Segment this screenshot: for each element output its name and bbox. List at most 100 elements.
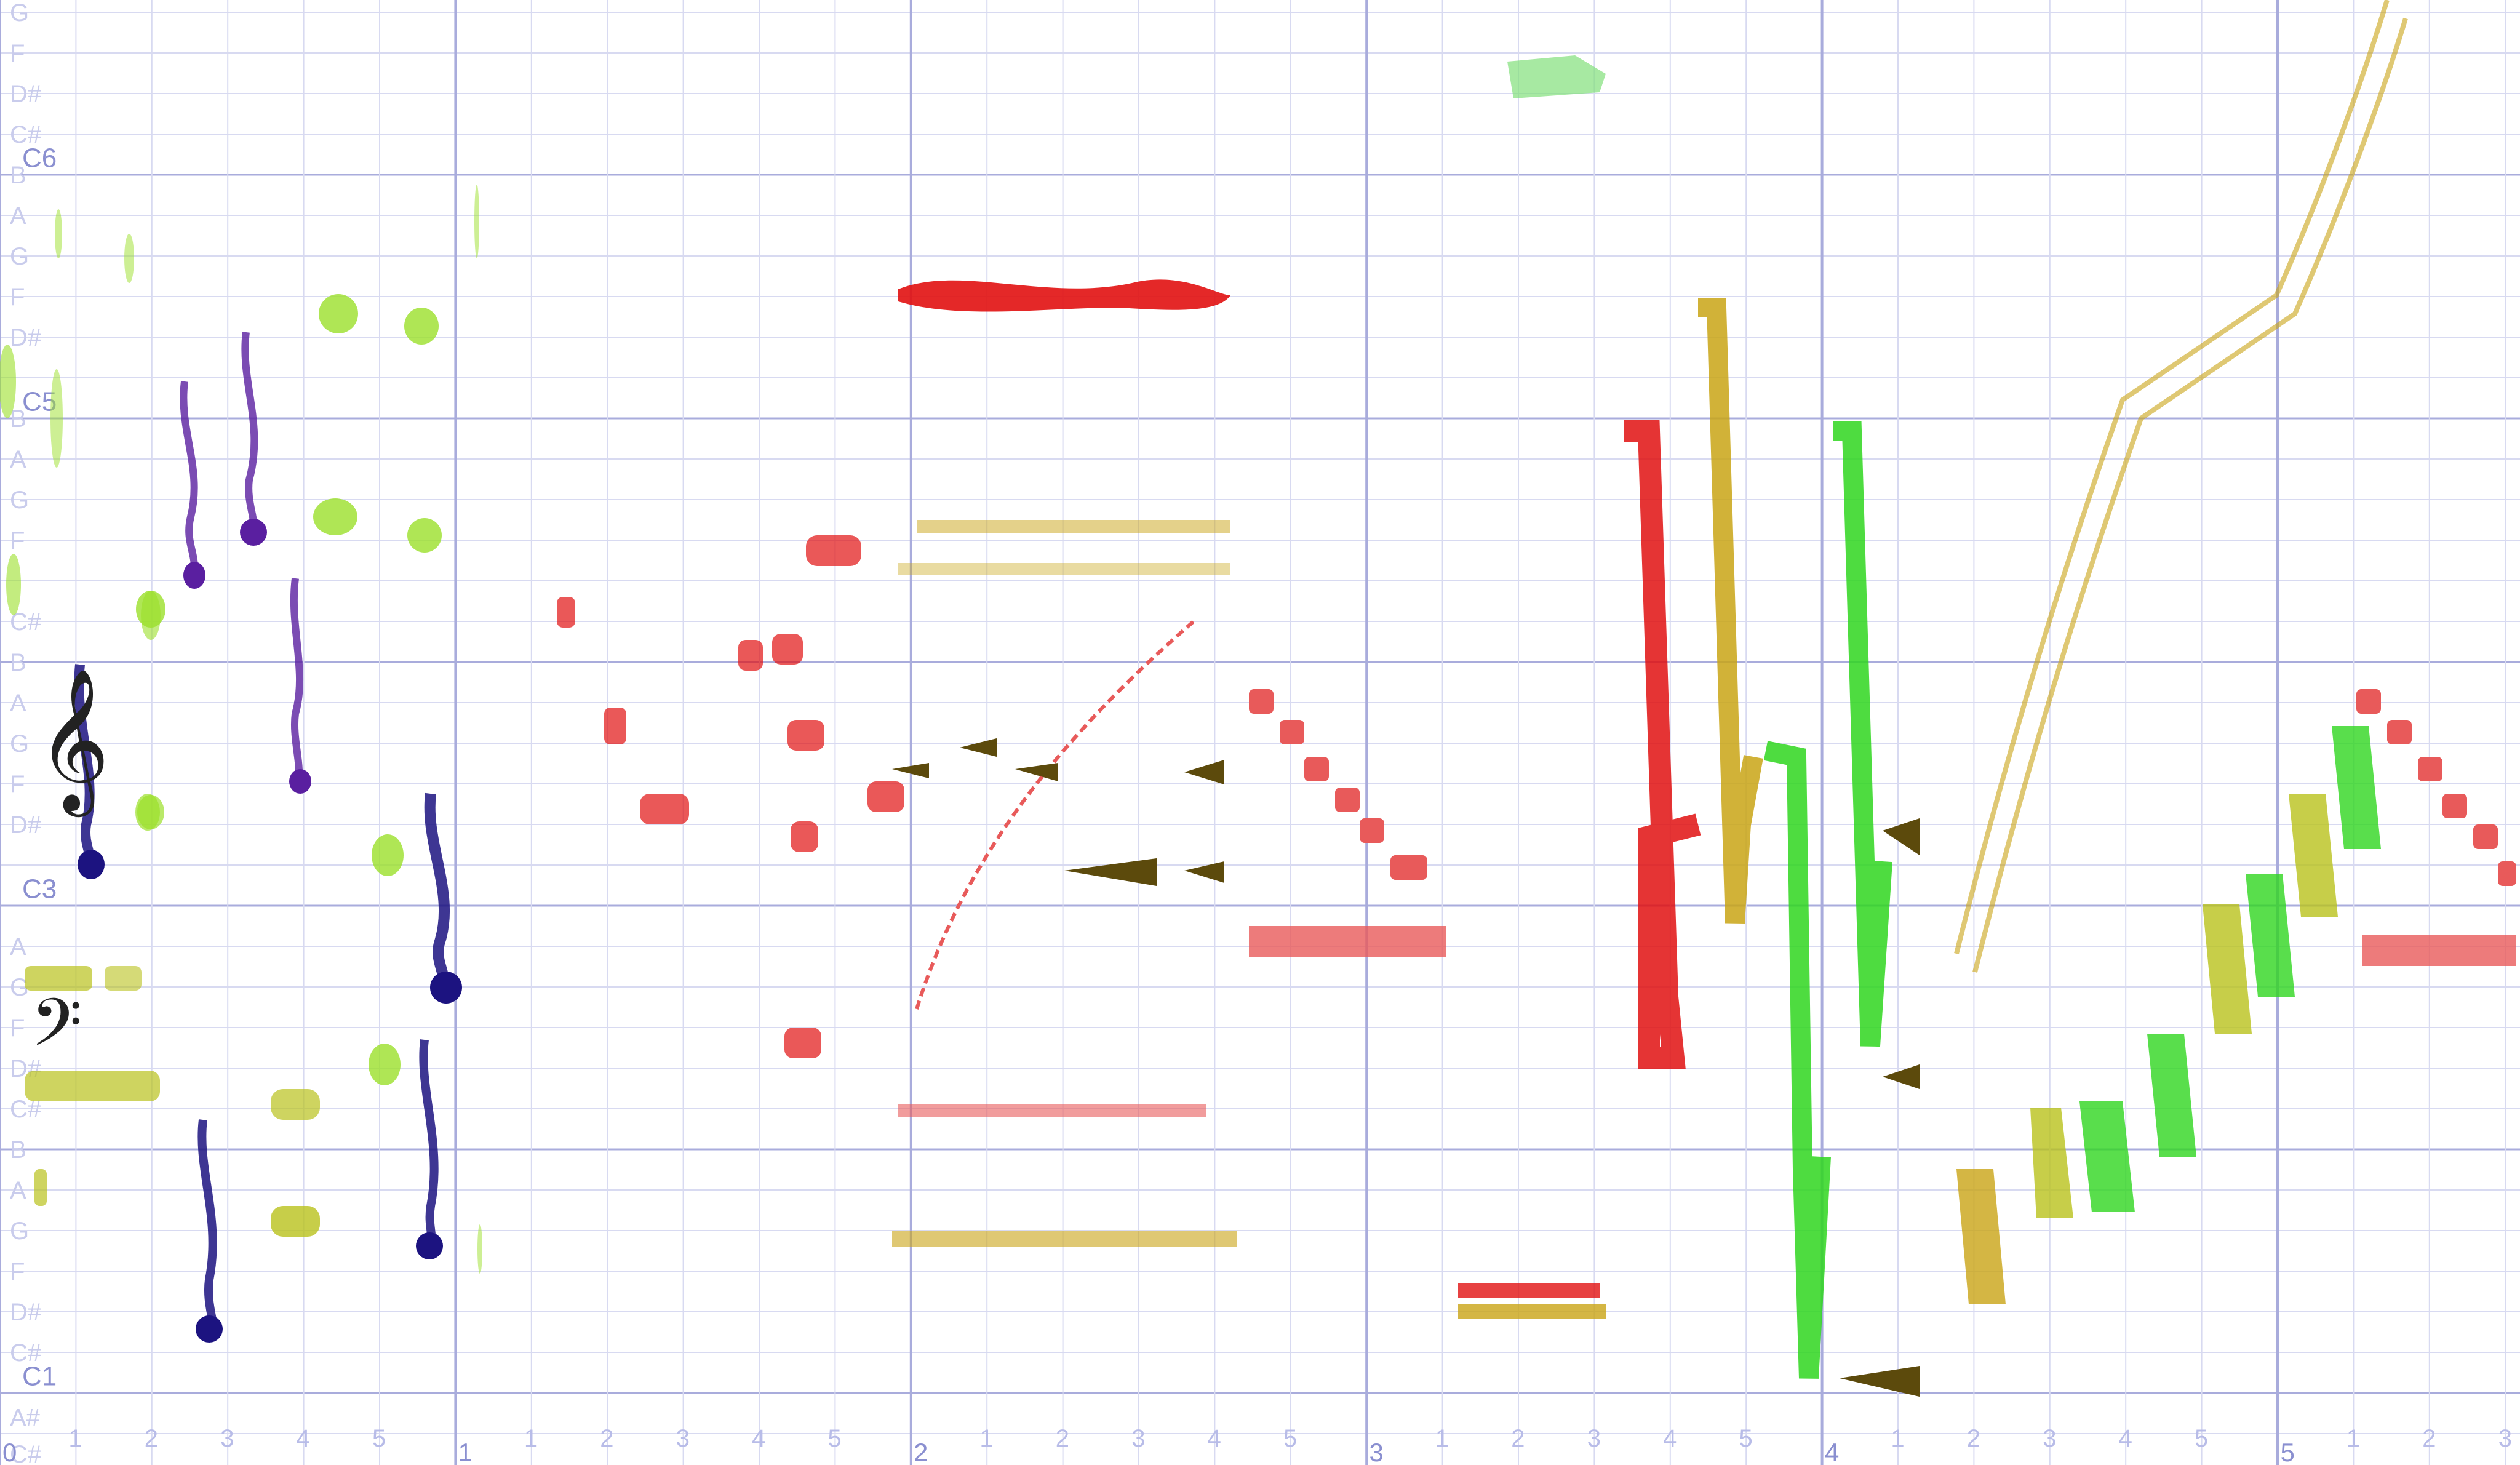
gold-diagonal[interactable] [1972,17,2408,973]
note-blob[interactable] [407,518,442,553]
note-blob[interactable] [313,498,357,535]
note-head[interactable] [196,1315,223,1343]
arrow-train[interactable] [1249,926,1446,957]
note-blob[interactable] [604,708,626,744]
note-stroke[interactable] [290,578,304,782]
note-blob[interactable] [1360,818,1384,843]
loop[interactable] [2332,726,2381,849]
gold-zigzag[interactable] [1698,298,1763,924]
note-head[interactable] [240,519,267,546]
arrow-train[interactable] [1458,1304,1606,1319]
note-blob[interactable] [2356,689,2381,714]
measure-label: 0 [2,1438,17,1465]
arrow-train[interactable] [1458,1283,1600,1298]
piano-roll-svg[interactable]: GFD#C#C6BAGFD#C5BAGFC#BAGFD#C3AGFD#C#BAG… [0,0,2520,1465]
measure-label: 1 [458,1438,472,1465]
note-layer[interactable] [0,0,2516,1397]
note-blob[interactable] [1280,720,1304,744]
note-blob[interactable] [2442,794,2467,818]
note-blob[interactable] [6,554,21,615]
note-blob[interactable] [271,1089,320,1120]
piano-roll-canvas[interactable]: G F D# C# C6 B A G F D# C5 B A G F C# B A G F D# C3 A G F D# C# B A G… [0,0,2520,1465]
note-head[interactable] [183,562,205,589]
note-blob[interactable] [55,209,62,258]
note-stroke[interactable] [419,1039,439,1245]
note-blob[interactable] [738,640,763,671]
arrow-train[interactable] [898,1104,1206,1117]
note-blob[interactable] [640,794,689,824]
red-band[interactable] [898,279,1230,312]
note-horn[interactable] [1184,760,1224,784]
note-blob[interactable] [788,720,824,751]
note-stroke[interactable] [180,381,198,573]
pitch-label: B [10,649,26,676]
loop[interactable] [2246,874,2295,997]
note-blob[interactable] [867,781,904,812]
loop[interactable] [2203,904,2252,1034]
note-blob[interactable] [1249,689,1274,714]
pitch-label: G [10,1218,29,1245]
note-blob[interactable] [2418,757,2442,781]
note-blob[interactable] [271,1206,320,1237]
loop[interactable] [2147,1034,2196,1157]
arrow-train[interactable] [892,1231,1237,1247]
note-blob[interactable] [1304,757,1329,781]
pitch-label: A [10,690,26,717]
note-blob[interactable] [1335,788,1360,812]
note-blob[interactable] [474,185,479,258]
note-blob[interactable] [136,591,165,628]
beat-label: 4 [1208,1425,1221,1452]
arrow-train[interactable] [2362,935,2516,966]
note-blob[interactable] [319,294,358,333]
note-stroke[interactable] [241,332,258,537]
note-blob[interactable] [124,234,134,283]
green-zigzag[interactable] [1833,421,1892,1047]
note-blob[interactable] [2387,720,2412,744]
note-blob[interactable] [137,795,164,829]
note-blob[interactable] [772,634,803,665]
pitch-label: G [10,487,29,514]
note-stroke[interactable] [424,792,450,986]
pale-green-blob[interactable] [1507,55,1606,98]
note-blob[interactable] [557,597,575,628]
note-blob[interactable] [784,1028,821,1058]
loop[interactable] [2079,1101,2135,1212]
note-blob[interactable] [369,1044,401,1085]
note-blob[interactable] [2473,824,2498,849]
beat-label: 3 [2043,1425,2056,1452]
note-blob[interactable] [1390,855,1427,880]
note-horn[interactable] [1015,763,1058,781]
note-horn[interactable] [960,738,997,757]
note-blob[interactable] [34,1169,47,1206]
note-blob[interactable] [404,308,439,345]
note-head[interactable] [289,769,311,794]
note-head[interactable] [416,1232,443,1259]
pitch-label: D# [10,81,42,108]
note-blob[interactable] [791,821,818,852]
purple-notes-group[interactable] [74,332,462,1343]
pitch-label: B [10,162,26,189]
note-stroke[interactable] [197,1119,217,1331]
loop[interactable] [2030,1108,2073,1218]
pitch-label: G [10,730,29,757]
note-horn[interactable] [1064,858,1157,886]
note-blob[interactable] [372,834,404,876]
note-blob[interactable] [477,1224,482,1274]
red-zigzag[interactable] [1624,420,1701,1069]
green-zigzag[interactable] [1763,741,1831,1379]
beat-label: 5 [2195,1425,2208,1452]
arrow-train[interactable] [917,520,1230,533]
note-blob[interactable] [105,966,142,991]
note-head[interactable] [78,850,105,879]
red-curve[interactable] [915,620,1195,1010]
loop[interactable] [2289,794,2338,917]
measure-label: 4 [1825,1438,1839,1465]
red-notes-group[interactable] [557,535,904,1058]
arrow-train[interactable] [898,563,1230,575]
note-blob[interactable] [806,535,861,566]
note-blob[interactable] [50,369,63,468]
pitch-label: A# [10,1405,41,1432]
note-blob[interactable] [2498,861,2516,886]
note-head[interactable] [430,972,462,1004]
green-loops[interactable] [1956,726,2381,1304]
